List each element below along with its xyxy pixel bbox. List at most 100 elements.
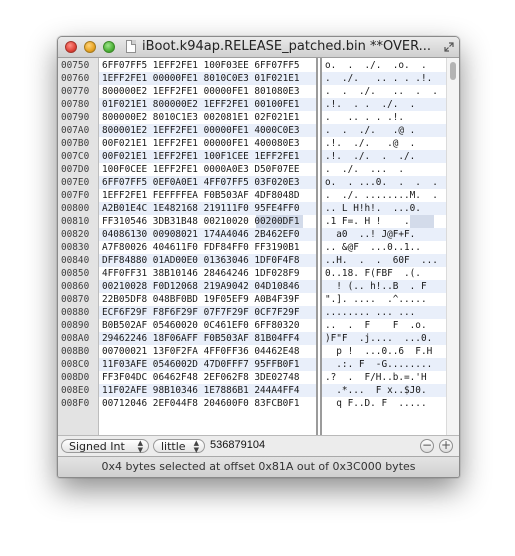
hex-row[interactable]: 800000E2 8010C1E3 002081E1 02F021E1: [99, 111, 316, 124]
hex-row[interactable]: 04086130 00908021 174A4046 2B462EF0: [99, 228, 316, 241]
offset-label: 008D0: [61, 372, 90, 383]
hex-row[interactable]: 00F021E1 1EFF2FE1 100F1CEE 1EFF2FE1: [99, 150, 316, 163]
ascii-row[interactable]: . . ./. .@ .: [322, 124, 446, 137]
offset-label: 008F0: [61, 398, 90, 409]
ascii-row[interactable]: . ./. .. . . .!.: [322, 72, 446, 85]
hex-row[interactable]: 100F0CEE 1EFF2FE1 0000A0E3 D50F07EE: [99, 163, 316, 176]
vertical-scrollbar[interactable]: [446, 58, 459, 435]
offset-label: 00770: [61, 86, 90, 97]
ascii-row[interactable]: ........ ... ...: [322, 306, 446, 319]
ascii-row[interactable]: )F"F .j.... ...0.: [322, 332, 446, 345]
hex-row[interactable]: 1EFF2FE1 00000FE1 8010C0E3 01F021E1: [99, 72, 316, 85]
ascii-row[interactable]: ".]. .... .^.....: [322, 293, 446, 306]
hex-row[interactable]: 00F021E1 1EFF2FE1 00000FE1 400080E3: [99, 137, 316, 150]
ascii-row[interactable]: a0 ..! J@F+F.: [322, 228, 446, 241]
offset-label: 008C0: [61, 359, 90, 370]
hex-row[interactable]: A7F80026 404611F0 FDF84FF0 FF3190B1: [99, 241, 316, 254]
window-title: iBoot.k94ap.RELEASE_patched.bin **OVER..…: [142, 39, 432, 54]
hex-row[interactable]: FF3F04DC 06462F48 2EF062F8 3DE02748: [99, 371, 316, 384]
status-text: 0x4 bytes selected at offset 0x81A out o…: [101, 460, 416, 473]
zoom-button[interactable]: [103, 41, 115, 53]
ascii-row[interactable]: .:. F -G........: [322, 358, 446, 371]
hex-row[interactable]: ECF6F29F F8F6F29F 07F7F29F 0CF7F29F: [99, 306, 316, 319]
hex-row[interactable]: 29462246 18F06AFF F0B503AF 81B04FF4: [99, 332, 316, 345]
ascii-row[interactable]: .. L H!h!. ...0.: [322, 202, 446, 215]
ascii-row[interactable]: 0..18. F(FBF .(.: [322, 267, 446, 280]
ascii-row[interactable]: .!. ./. . ./.: [322, 150, 446, 163]
inspector-value[interactable]: 536879104: [210, 439, 265, 451]
hex-row[interactable]: A2B01E4C 1E482168 219111F0 95FE4FF0: [99, 202, 316, 215]
hex-row[interactable]: 01F021E1 800000E2 1EFF2FE1 00100FE1: [99, 98, 316, 111]
ascii-row[interactable]: ..H. . . 60F ...: [322, 254, 446, 267]
hex-row[interactable]: 800001E2 1EFF2FE1 00000FE1 4000C0E3: [99, 124, 316, 137]
offset-label: 007E0: [61, 177, 90, 188]
ascii-row[interactable]: .. &@F ...0..1..: [322, 241, 446, 254]
hex-row[interactable]: 11F03AFE 0546002D 47D0FFF7 95FFB0F1: [99, 358, 316, 371]
ascii-column[interactable]: o. . ./. .o. .. ./. .. . . .!.. . ./. ..…: [322, 58, 446, 435]
ascii-row[interactable]: . . ./. .. . .: [322, 85, 446, 98]
offset-label: 00780: [61, 99, 90, 110]
offset-label: 00800: [61, 203, 90, 214]
hex-row[interactable]: 6FF07FF5 1EFF2FE1 100F03EE 6FF07FF5: [99, 59, 316, 72]
hex-row[interactable]: 800000E2 1EFF2FE1 00000FE1 801080E3: [99, 85, 316, 98]
ascii-row[interactable]: . .. . . .!.: [322, 111, 446, 124]
column-separator: [316, 58, 318, 435]
ascii-row[interactable]: .*... F x..$J0.: [322, 384, 446, 397]
offset-label: 00870: [61, 294, 90, 305]
hex-row[interactable]: B0B502AF 05460020 0C461EF0 6FF80320: [99, 319, 316, 332]
hex-row[interactable]: 6FF07FF5 0EF0A0E1 4FF07FF5 03F020E3: [99, 176, 316, 189]
data-inspector-bar: Signed Int ▲ ▼ little ▲ ▼ 536879104 − +: [58, 435, 459, 456]
hex-row[interactable]: 00210028 F0D12068 219A9042 04D10846: [99, 280, 316, 293]
close-button[interactable]: [65, 41, 77, 53]
offset-label: 00860: [61, 281, 90, 292]
offset-label: 00820: [61, 229, 90, 240]
minimize-button[interactable]: [84, 41, 96, 53]
ascii-row[interactable]: .!. ./. .@ .: [322, 137, 446, 150]
offset-label: 008A0: [61, 333, 90, 344]
offset-label: 00830: [61, 242, 90, 253]
offset-label: 007B0: [61, 138, 90, 149]
title-bar[interactable]: iBoot.k94ap.RELEASE_patched.bin **OVER..…: [58, 37, 459, 58]
offset-label: 008B0: [61, 346, 90, 357]
ascii-row[interactable]: ! (.. h!..B . F: [322, 280, 446, 293]
offset-label: 00850: [61, 268, 90, 279]
hex-column[interactable]: 6FF07FF5 1EFF2FE1 100F03EE 6FF07FF5 1EFF2…: [99, 58, 316, 435]
hex-row[interactable]: 00700021 13F0F2FA 4FF0FF36 04462E48: [99, 345, 316, 358]
hex-row[interactable]: 4FF0FF31 38B10146 28464246 1DF028F9: [99, 267, 316, 280]
document-icon[interactable]: [126, 40, 136, 53]
type-popup-label: Signed Int: [69, 440, 125, 453]
scroll-thumb[interactable]: [450, 62, 456, 80]
endian-popup[interactable]: little ▲ ▼: [153, 439, 205, 454]
hex-row[interactable]: FF310546 3DB31B48 00210020 00200DF1: [99, 215, 316, 228]
ascii-row[interactable]: p ! ...0..6 F.H: [322, 345, 446, 358]
ascii-row[interactable]: .. . F F .o.: [322, 319, 446, 332]
hex-row[interactable]: 1EFF2FE1 FEFFFFEA F0B503AF 4DF8048D: [99, 189, 316, 202]
offset-label: 008E0: [61, 385, 90, 396]
offset-label: 007C0: [61, 151, 90, 162]
remove-inspector-button[interactable]: −: [420, 439, 434, 453]
ascii-row[interactable]: .? . F/H..b.=.'H: [322, 371, 446, 384]
offset-label: 00840: [61, 255, 90, 266]
add-inspector-button[interactable]: +: [439, 439, 453, 453]
hex-row[interactable]: DFF84880 01AD00E0 01363046 1DF0F4F8: [99, 254, 316, 267]
offset-label: 00750: [61, 60, 90, 71]
ascii-row[interactable]: . ./. ........M. .: [322, 189, 446, 202]
fullscreen-icon[interactable]: [444, 42, 454, 52]
offset-label: 00880: [61, 307, 90, 318]
type-popup[interactable]: Signed Int ▲ ▼: [61, 439, 149, 454]
offset-label: 007A0: [61, 125, 90, 136]
status-bar: 0x4 bytes selected at offset 0x81A out o…: [58, 456, 459, 477]
endian-popup-label: little: [161, 440, 186, 453]
hex-row[interactable]: 22B05DF8 048BF0BD 19F05EF9 A0B4F39F: [99, 293, 316, 306]
hex-row[interactable]: 11F02AFE 98B10346 1E7886B1 244A4FF4: [99, 384, 316, 397]
ascii-row[interactable]: o. . ./. .o. .: [322, 59, 446, 72]
hex-content-area[interactable]: 00750 00760 00770 00780 00790 007A0 007B0 007C0…: [58, 58, 459, 435]
offset-label: 007F0: [61, 190, 90, 201]
offset-label: 007D0: [61, 164, 90, 175]
ascii-row[interactable]: q F..D. F .....: [322, 397, 446, 410]
ascii-row[interactable]: .1 F=. H ! .: [322, 215, 446, 228]
hex-row[interactable]: 00712046 2EF044F8 204600F0 83FCB0F1: [99, 397, 316, 410]
ascii-row[interactable]: . ./. ... .: [322, 163, 446, 176]
ascii-row[interactable]: o. . ...0. . . .: [322, 176, 446, 189]
ascii-row[interactable]: .!. . . ./. .: [322, 98, 446, 111]
